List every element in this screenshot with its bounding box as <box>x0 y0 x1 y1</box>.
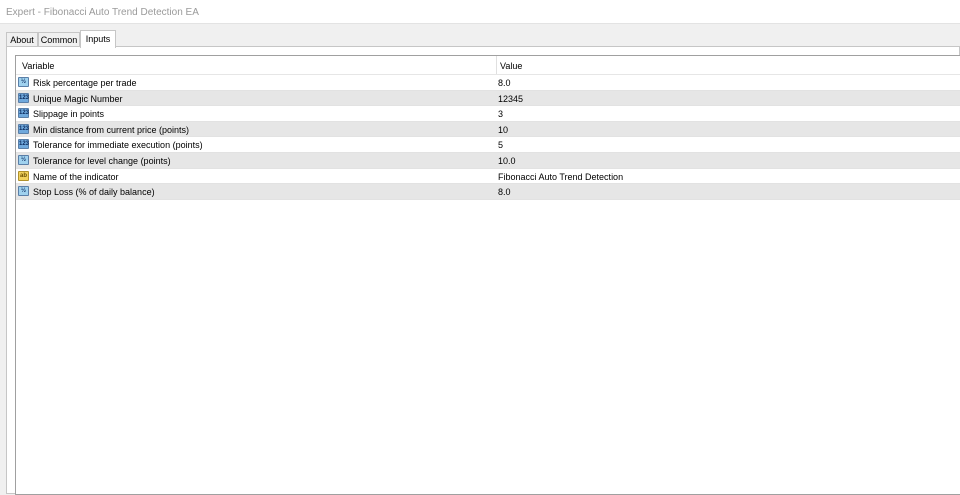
table-row[interactable]: 123 Slippage in points 3 <box>16 106 960 122</box>
tab-about[interactable]: About <box>6 32 38 47</box>
variable-value[interactable]: 8.0 <box>498 187 511 197</box>
table-row[interactable]: 123 Unique Magic Number 12345 <box>16 90 960 107</box>
variable-value[interactable]: 3 <box>498 109 503 119</box>
variable-name: Stop Loss (% of daily balance) <box>33 187 155 198</box>
double-type-icon: ½ <box>18 77 29 87</box>
integer-type-icon: 123 <box>18 139 30 150</box>
inputs-panel: Variable Value ½ Risk percentage per trad… <box>6 46 960 495</box>
window-title: Expert - Fibonacci Auto Trend Detection … <box>6 7 199 18</box>
title-bar: Expert - Fibonacci Auto Trend Detection … <box>0 0 960 24</box>
string-type-icon: ab <box>18 170 29 181</box>
column-divider[interactable] <box>496 56 497 74</box>
column-header-value[interactable]: Value <box>500 61 522 71</box>
table-row[interactable]: 123 Tolerance for immediate execution (po… <box>16 137 960 153</box>
variable-value[interactable]: 12345 <box>498 94 523 104</box>
variable-name: Tolerance for immediate execution (point… <box>33 140 203 151</box>
variable-name: Slippage in points <box>33 109 105 120</box>
variable-name: Unique Magic Number <box>33 93 123 104</box>
variable-value[interactable]: 10 <box>498 125 508 135</box>
variable-name: Risk percentage per trade <box>33 78 137 88</box>
variable-name: Tolerance for level change (points) <box>33 156 171 166</box>
variable-value[interactable]: Fibonacci Auto Trend Detection <box>498 172 623 182</box>
double-type-icon: ½ <box>18 186 29 197</box>
table-row[interactable]: 123 Min distance from current price (poin… <box>16 121 960 138</box>
variable-name: Name of the indicator <box>33 171 119 182</box>
variable-value[interactable]: 5 <box>498 140 503 150</box>
column-header-variable[interactable]: Variable <box>22 61 54 71</box>
integer-type-icon: 123 <box>18 92 30 103</box>
tab-common[interactable]: Common <box>38 32 80 47</box>
integer-type-icon: 123 <box>18 108 30 119</box>
table-row[interactable]: ½ Stop Loss (% of daily balance) 8.0 <box>16 184 960 200</box>
integer-type-icon: 123 <box>18 123 30 134</box>
variable-value[interactable]: 10.0 <box>498 156 516 166</box>
table-row[interactable]: ab Name of the indicator Fibonacci Auto Tr… <box>16 168 960 185</box>
inputs-grid[interactable]: Variable Value ½ Risk percentage per trad… <box>15 55 960 495</box>
double-type-icon: ½ <box>18 155 29 165</box>
variable-name: Min distance from current price (points) <box>33 124 190 135</box>
table-row[interactable]: ½ Risk percentage per trade 8.0 <box>16 75 960 91</box>
variable-value[interactable]: 8.0 <box>498 78 511 88</box>
tab-inputs[interactable]: Inputs <box>80 30 116 48</box>
grid-header: Variable Value <box>16 56 960 75</box>
table-row[interactable]: ½ Tolerance for level change (points) 10.0 <box>16 153 960 169</box>
